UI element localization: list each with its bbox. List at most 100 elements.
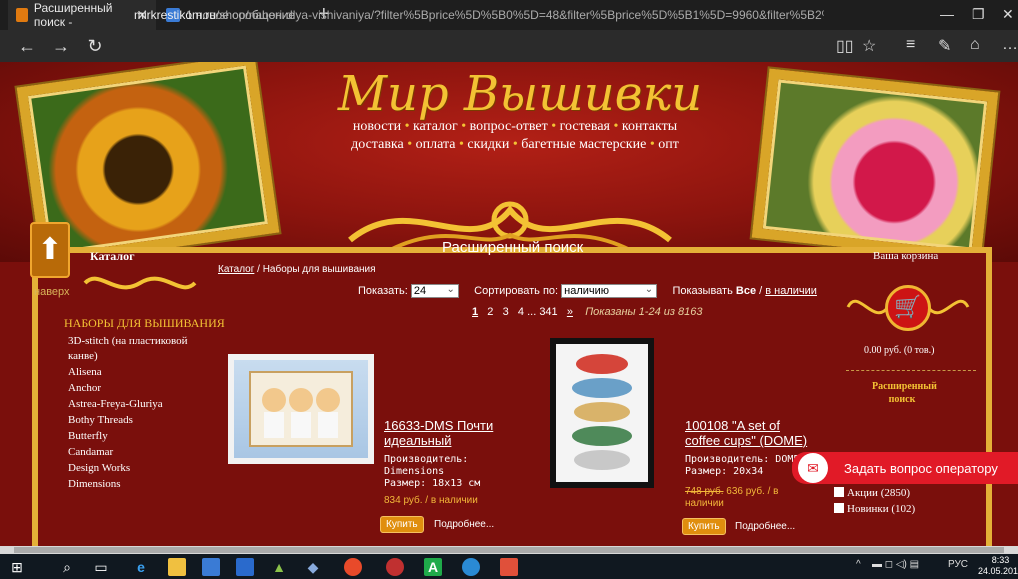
cart-title: Ваша корзина [873,250,939,262]
favorite-star-icon[interactable]: ☆ [862,36,876,56]
catalog-item[interactable]: Butterfly [68,429,208,444]
catalog-item[interactable]: Design Works [68,461,208,476]
menu-item-faq[interactable]: вопрос-ответ [470,119,548,134]
language-indicator[interactable]: РУС [948,559,968,570]
menu-item-news[interactable]: новости [353,119,401,134]
site-favicon-icon [16,8,28,22]
edge-icon[interactable]: e [132,558,150,576]
checkbox-box[interactable] [834,487,844,497]
filter-promo-checkbox[interactable]: Акции (2850) [834,487,910,499]
catalog-section-head[interactable]: НАБОРЫ ДЛЯ ВЫШИВАНИЯ [64,316,225,331]
page-link[interactable]: 1 [472,306,478,318]
media-icon[interactable] [236,558,254,576]
menu-item-wholesale[interactable]: опт [658,137,679,152]
close-window-icon[interactable]: ✕ [1002,6,1014,23]
menu-item-frames[interactable]: багетные мастерские [521,137,646,152]
cart-icon[interactable]: 🛒 [885,285,931,331]
scroll-up-button[interactable]: ⬆ [30,222,70,278]
page-link[interactable]: 3 [503,306,509,318]
reading-view-icon[interactable]: ▯▯ [836,36,854,56]
catalog-item[interactable]: Candamar [68,445,208,460]
display-all-option[interactable]: Все [736,285,756,297]
menu-item-payment[interactable]: оплата [416,137,456,152]
refresh-icon[interactable]: ↻ [78,36,112,57]
explorer-icon[interactable] [168,558,186,576]
windows-start-icon[interactable]: ⊞ [8,558,26,576]
web-note-icon[interactable]: ✎ [938,36,951,56]
show-count-select[interactable]: 24 ⌄ [410,284,459,298]
details-link[interactable]: Подробнее... [434,519,494,530]
menu-item-catalog[interactable]: каталог [413,119,458,134]
page-link[interactable]: 4 [518,306,524,318]
product-title-link[interactable]: 16633-DMS Почти идеальный [384,418,493,448]
clock[interactable]: 8:33 24.05.2016 [978,555,1018,577]
url-field[interactable]: mirkrestikom.ru/shop/nabori-dlya-vishiva… [134,8,824,22]
app-icon[interactable] [462,558,480,576]
product-maker-label: Производитель: [384,454,469,465]
search-icon[interactable]: ⌕ [58,558,76,576]
advanced-search-link[interactable]: Расширенный поиск [872,380,937,406]
filter-new-checkbox[interactable]: Новинки (102) [834,503,915,515]
filter-label: Акции (2850) [847,487,911,499]
chevron-down-icon: ⌄ [446,284,455,295]
app-icon[interactable]: ▲ [270,558,288,576]
divider [846,370,976,371]
product-image[interactable] [228,354,374,464]
back-icon[interactable]: ← [10,36,44,57]
display-label: Показывать [672,284,733,297]
store-icon[interactable] [202,558,220,576]
details-link[interactable]: Подробнее... [735,521,795,532]
app-a-icon[interactable]: A [424,558,442,576]
next-page-link[interactable]: » [567,306,573,318]
breadcrumb: Каталог / Наборы для вышивания [218,264,376,275]
url-host: mirkrestikom.ru [134,8,217,22]
chrome-icon[interactable] [344,558,362,576]
hub-icon[interactable]: ≡ [906,36,915,54]
app-icon[interactable] [500,558,518,576]
product-new-price: 636 руб. / в [723,486,779,497]
checkbox-box[interactable] [834,503,844,513]
menu-item-delivery[interactable]: доставка [351,137,404,152]
maximize-icon[interactable]: ❐ [972,6,985,23]
show-count-value: 24 [413,285,427,297]
minimize-icon[interactable]: — [940,6,954,22]
page-link[interactable]: 2 [487,306,493,318]
catalog-item[interactable]: Bothy Threads [68,413,208,428]
product-price: 748 руб. 636 руб. / в наличии [685,486,779,510]
product-title-line: идеальный [384,433,452,448]
site-logo[interactable]: Мир Вышивки [330,66,710,122]
horizontal-scrollbar[interactable] [0,546,1018,554]
app-icon[interactable]: ◆ [304,558,322,576]
catalog-item[interactable]: Alisena [68,365,208,380]
tray-icons[interactable]: ▬ ◻ ◁) ▤ [872,559,919,570]
pagination: 1 2 3 4 ... 341 » Показаны 1-24 из 8163 [472,306,703,318]
display-in-stock-option[interactable]: в наличии [765,285,817,297]
scrollbar-thumb[interactable] [14,547,1004,553]
url-path: /shop/nabori-dlya-vishivaniya/?filter%5B… [216,8,824,22]
catalog-item[interactable]: Dimensions [68,477,208,492]
task-view-icon[interactable]: ▭ [92,558,110,576]
tab-label: Расширенный поиск - [33,1,113,29]
product-meta: Производитель: Dimensions Размер: 18x13 … [384,454,480,490]
product-title-link[interactable]: 100108 "A set of coffee cups" (DOME) [685,418,807,448]
menu-item-contacts[interactable]: контакты [622,119,677,134]
product-image[interactable] [550,338,654,488]
buy-button[interactable]: Купить [682,518,726,535]
ask-operator-button[interactable]: ✉ Задать вопрос оператору [792,452,1018,484]
tray-chevron-icon[interactable]: ^ [856,559,861,570]
catalog-swirl-ornament [83,276,197,290]
sort-select[interactable]: наличию ⌄ [561,284,658,298]
catalog-item[interactable]: Anchor [68,381,208,396]
more-icon[interactable]: … [1002,36,1018,54]
page-link[interactable]: 341 [539,306,557,318]
share-icon[interactable]: ⌂ [970,36,980,54]
forward-icon[interactable]: → [44,36,78,57]
app-icon[interactable] [386,558,404,576]
menu-item-discounts[interactable]: скидки [467,137,509,152]
menu-item-guestbook[interactable]: гостевая [560,119,610,134]
catalog-item[interactable]: Astrea-Freya-Gluriya [68,397,208,412]
breadcrumb-catalog-link[interactable]: Каталог [218,264,254,275]
chevron-down-icon: ⌄ [644,284,654,295]
buy-button[interactable]: Купить [380,516,424,533]
catalog-item[interactable]: 3D-stitch (на пластиковой канве) [68,334,208,364]
